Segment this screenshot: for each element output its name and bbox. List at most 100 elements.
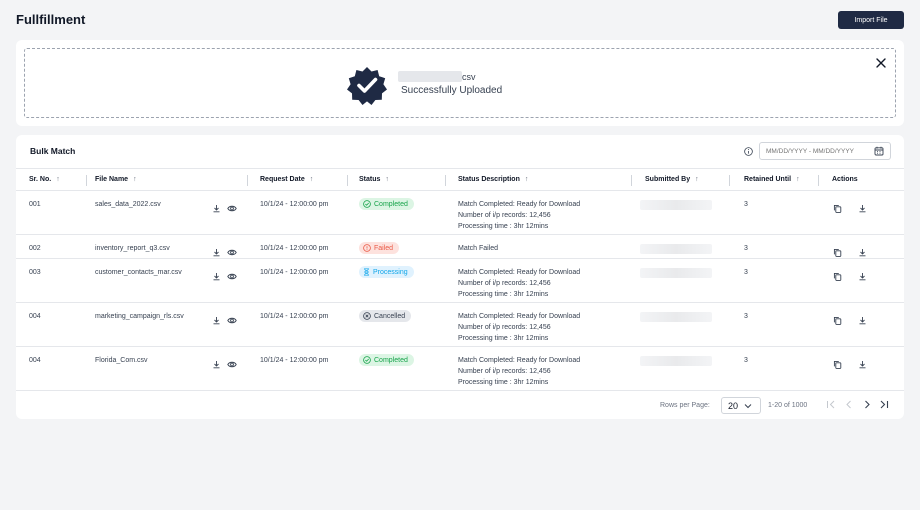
eye-icon[interactable] bbox=[227, 200, 237, 212]
eye-icon[interactable] bbox=[227, 244, 237, 256]
status-description-line: Number of i/p records: 12,456 bbox=[458, 280, 551, 287]
column-divider bbox=[445, 175, 446, 186]
status-description-line: Match Completed: Ready for Download bbox=[458, 201, 581, 208]
request-date-cell: 10/1/24 - 12:00:00 pm bbox=[260, 357, 329, 364]
date-range-input[interactable] bbox=[759, 142, 891, 160]
sort-arrow-icon[interactable]: ↑ bbox=[525, 176, 529, 183]
col-status[interactable]: Status ↑ bbox=[359, 176, 389, 183]
eye-icon[interactable] bbox=[227, 312, 237, 324]
sort-arrow-icon[interactable]: ↑ bbox=[796, 176, 800, 183]
col-retained-until[interactable]: Retained Until ↑ bbox=[744, 176, 800, 183]
copy-icon[interactable] bbox=[833, 200, 842, 213]
page-title: Fullfillment bbox=[16, 12, 86, 27]
file-name-cell: Florida_Com.csv bbox=[95, 357, 148, 364]
table-row: 004 Florida_Com.csv 10/1/24 - 12:00:00 p… bbox=[16, 347, 904, 391]
status-description-cell: Match Completed: Ready for Download Numbe… bbox=[458, 355, 580, 388]
download-icon[interactable] bbox=[858, 356, 867, 369]
col-label: File Name bbox=[95, 176, 129, 183]
rows-per-page-select[interactable]: 20 bbox=[721, 397, 761, 414]
status-label: Completed bbox=[374, 356, 408, 364]
col-label: Request Date bbox=[260, 176, 305, 183]
rows-per-page-label: Rows per Page: bbox=[660, 402, 710, 409]
close-icon[interactable] bbox=[875, 57, 887, 69]
submitted-by-cell bbox=[640, 356, 712, 366]
info-icon[interactable] bbox=[744, 147, 753, 156]
status-description-line: Processing time : 3hr 12mins bbox=[458, 291, 549, 298]
file-name-cell: marketing_campaign_rls.csv bbox=[95, 313, 184, 320]
next-page-icon[interactable] bbox=[863, 400, 871, 409]
rows-per-page-value: 20 bbox=[728, 400, 739, 411]
column-divider bbox=[729, 175, 730, 186]
download-icon[interactable] bbox=[212, 356, 221, 369]
sort-arrow-icon[interactable]: ↑ bbox=[695, 176, 699, 183]
eye-icon[interactable] bbox=[227, 356, 237, 368]
col-request-date[interactable]: Request Date ↑ bbox=[260, 176, 313, 183]
prev-page-icon[interactable] bbox=[845, 400, 853, 409]
copy-icon[interactable] bbox=[833, 244, 842, 257]
table-header: Sr. No. ↑ File Name ↑ Request Date ↑ Status… bbox=[16, 168, 904, 191]
retained-until-cell: 3 bbox=[744, 201, 748, 208]
alert-circle-icon bbox=[363, 244, 371, 252]
first-page-icon[interactable] bbox=[826, 400, 836, 409]
import-file-button[interactable]: Import File bbox=[838, 11, 904, 29]
download-icon[interactable] bbox=[212, 200, 221, 213]
col-label: Status Description bbox=[458, 176, 520, 183]
file-name-cell: sales_data_2022.csv bbox=[95, 201, 161, 208]
status-description-line: Match Completed: Ready for Download bbox=[458, 313, 581, 320]
column-divider bbox=[818, 175, 819, 186]
status-description-cell: Match Completed: Ready for Download Numbe… bbox=[458, 311, 580, 344]
copy-icon[interactable] bbox=[833, 312, 842, 325]
bulk-match-title: Bulk Match bbox=[30, 146, 76, 156]
status-description-line: Match Failed bbox=[458, 245, 499, 252]
download-icon[interactable] bbox=[212, 312, 221, 325]
col-label: Retained Until bbox=[744, 176, 792, 183]
col-submitted-by[interactable]: Submitted By ↑ bbox=[645, 176, 699, 183]
check-circle-icon bbox=[363, 200, 371, 208]
download-icon[interactable] bbox=[212, 244, 221, 257]
status-label: Processing bbox=[373, 268, 408, 276]
sr-no-cell: 004 bbox=[29, 357, 41, 364]
status-description-cell: Match Completed: Ready for Download Numbe… bbox=[458, 267, 580, 300]
retained-until-cell: 3 bbox=[744, 357, 748, 364]
submitted-by-cell bbox=[640, 244, 712, 254]
last-page-icon[interactable] bbox=[879, 400, 889, 409]
chevron-down-icon bbox=[744, 403, 752, 408]
col-sr-no[interactable]: Sr. No. ↑ bbox=[29, 176, 60, 183]
col-file-name[interactable]: File Name ↑ bbox=[95, 176, 137, 183]
status-label: Failed bbox=[374, 244, 394, 252]
sort-arrow-icon[interactable]: ↑ bbox=[310, 176, 314, 183]
eye-icon[interactable] bbox=[227, 268, 237, 280]
download-icon[interactable] bbox=[858, 268, 867, 281]
copy-icon[interactable] bbox=[833, 268, 842, 281]
sort-arrow-icon[interactable]: ↑ bbox=[385, 176, 389, 183]
download-icon[interactable] bbox=[858, 312, 867, 325]
uploaded-file-name bbox=[398, 71, 462, 82]
upload-success-message: Successfully Uploaded bbox=[401, 85, 503, 96]
request-date-cell: 10/1/24 - 12:00:00 pm bbox=[260, 269, 329, 276]
status-description-line: Number of i/p records: 12,456 bbox=[458, 368, 551, 375]
upload-dropzone[interactable]: csv Successfully Uploaded bbox=[24, 48, 896, 118]
check-circle-icon bbox=[363, 356, 371, 364]
download-icon[interactable] bbox=[858, 244, 867, 257]
retained-until-cell: 3 bbox=[744, 245, 748, 252]
request-date-cell: 10/1/24 - 12:00:00 pm bbox=[260, 201, 329, 208]
status-badge: Processing bbox=[359, 266, 414, 278]
file-name-cell: inventory_report_q3.csv bbox=[95, 245, 170, 252]
hourglass-icon bbox=[364, 268, 369, 276]
column-divider bbox=[247, 175, 248, 186]
col-status-description[interactable]: Status Description ↑ bbox=[458, 176, 528, 183]
submitted-by-cell bbox=[640, 200, 712, 210]
status-description-line: Processing time : 3hr 12mins bbox=[458, 335, 549, 342]
request-date-cell: 10/1/24 - 12:00:00 pm bbox=[260, 313, 329, 320]
sort-arrow-icon[interactable]: ↑ bbox=[133, 176, 137, 183]
status-description-cell: Match Failed bbox=[458, 243, 498, 254]
sort-arrow-icon[interactable]: ↑ bbox=[56, 176, 60, 183]
download-icon[interactable] bbox=[858, 200, 867, 213]
calendar-icon[interactable] bbox=[874, 146, 884, 156]
download-icon[interactable] bbox=[212, 268, 221, 281]
copy-icon[interactable] bbox=[833, 356, 842, 369]
column-divider bbox=[631, 175, 632, 186]
status-description-line: Number of i/p records: 12,456 bbox=[458, 212, 551, 219]
request-date-cell: 10/1/24 - 12:00:00 pm bbox=[260, 245, 329, 252]
status-description-line: Processing time : 3hr 12mins bbox=[458, 379, 549, 386]
